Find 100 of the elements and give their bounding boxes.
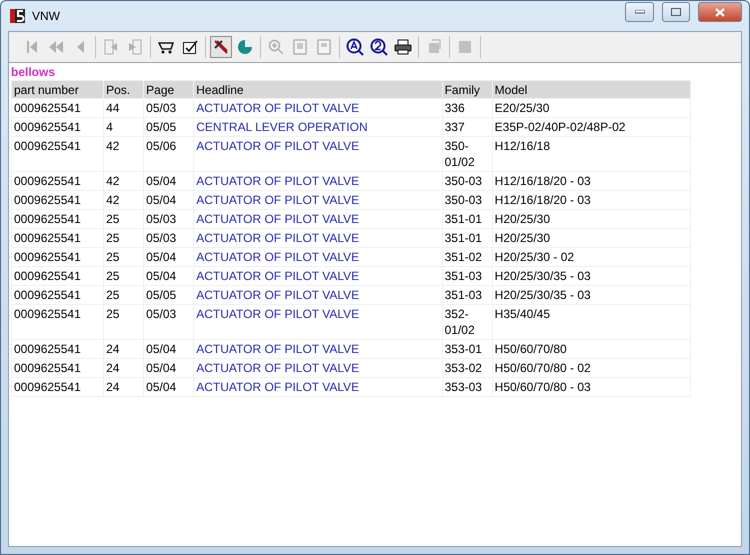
column-header[interactable]: Page bbox=[144, 81, 194, 98]
model-cell: H50/60/70/80 bbox=[492, 340, 690, 358]
part-number-cell: 0009625541 bbox=[12, 210, 104, 228]
position-cell: 24 bbox=[104, 340, 144, 358]
headline-link[interactable]: ACTUATOR OF PILOT VALVE bbox=[194, 378, 442, 396]
minimize-button[interactable] bbox=[625, 2, 654, 22]
position-cell: 44 bbox=[104, 99, 144, 117]
headline-link[interactable]: ACTUATOR OF PILOT VALVE bbox=[194, 305, 442, 339]
part-number-cell: 0009625541 bbox=[12, 378, 104, 396]
toolbar-button[interactable] bbox=[210, 36, 232, 58]
printer-icon bbox=[394, 39, 412, 55]
model-cell: H20/25/30 bbox=[492, 229, 690, 247]
family-cell: 351-03 bbox=[442, 267, 492, 285]
page-cell: 05/03 bbox=[144, 305, 194, 339]
headline-link[interactable]: ACTUATOR OF PILOT VALVE bbox=[194, 172, 442, 190]
headline-link[interactable]: ACTUATOR OF PILOT VALVE bbox=[194, 340, 442, 358]
minimize-icon bbox=[634, 10, 644, 14]
model-cell: H20/25/30/35 - 03 bbox=[492, 286, 690, 304]
part-number-cell: 0009625541 bbox=[12, 359, 104, 377]
page-icon bbox=[317, 39, 331, 55]
headline-link[interactable]: ACTUATOR OF PILOT VALVE bbox=[194, 210, 442, 228]
family-cell: 353-01 bbox=[442, 340, 492, 358]
family-cell: 350-03 bbox=[442, 172, 492, 190]
previous-icon bbox=[76, 40, 84, 54]
rewind-icon bbox=[48, 40, 64, 54]
headline-link[interactable]: ACTUATOR OF PILOT VALVE bbox=[194, 359, 442, 377]
page-cell: 05/03 bbox=[144, 99, 194, 117]
family-cell: 336 bbox=[442, 99, 492, 117]
model-cell: H20/25/30 - 02 bbox=[492, 248, 690, 266]
page-cell: 05/03 bbox=[144, 229, 194, 247]
position-cell: 25 bbox=[104, 210, 144, 228]
position-cell: 25 bbox=[104, 229, 144, 247]
cart-icon bbox=[158, 40, 174, 54]
position-cell: 24 bbox=[104, 378, 144, 396]
document-arrow-icon bbox=[127, 39, 143, 55]
position-cell: 25 bbox=[104, 267, 144, 285]
model-cell: H12/16/18/20 - 03 bbox=[492, 172, 690, 190]
stop-icon bbox=[458, 40, 472, 54]
search-icon bbox=[346, 38, 364, 56]
maximize-icon bbox=[671, 8, 681, 16]
column-header[interactable]: Model bbox=[492, 81, 690, 98]
page-cell: 05/05 bbox=[144, 286, 194, 304]
column-header[interactable]: part number bbox=[12, 81, 104, 98]
position-cell: 4 bbox=[104, 118, 144, 136]
part-number-cell: 0009625541 bbox=[12, 286, 104, 304]
close-button[interactable] bbox=[698, 2, 742, 22]
column-header[interactable]: Pos. bbox=[104, 81, 144, 98]
headline-link[interactable]: ACTUATOR OF PILOT VALVE bbox=[194, 137, 442, 171]
page-cell: 05/04 bbox=[144, 378, 194, 396]
search-icon bbox=[370, 38, 388, 56]
page-cell: 05/04 bbox=[144, 248, 194, 266]
position-cell: 25 bbox=[104, 305, 144, 339]
headline-link[interactable]: ACTUATOR OF PILOT VALVE bbox=[194, 99, 442, 117]
family-cell: 351-02 bbox=[442, 248, 492, 266]
position-cell: 25 bbox=[104, 286, 144, 304]
model-cell: E35P-02/40P-02/48P-02 bbox=[492, 118, 690, 136]
column-header[interactable]: Family bbox=[442, 81, 492, 98]
part-number-cell: 0009625541 bbox=[12, 229, 104, 247]
first-record-icon bbox=[26, 40, 38, 54]
toolbar-button[interactable] bbox=[368, 36, 390, 58]
window-title: VNW bbox=[32, 9, 61, 23]
family-cell: 337 bbox=[442, 118, 492, 136]
document-arrow-icon bbox=[103, 39, 119, 55]
position-cell: 42 bbox=[104, 172, 144, 190]
toolbar-button[interactable] bbox=[344, 36, 366, 58]
page-cell: 05/06 bbox=[144, 137, 194, 171]
part-number-cell: 0009625541 bbox=[12, 305, 104, 339]
maximize-button[interactable] bbox=[662, 2, 690, 22]
page-cell: 05/04 bbox=[144, 191, 194, 209]
family-cell: 351-01 bbox=[442, 229, 492, 247]
page-cell: 05/04 bbox=[144, 359, 194, 377]
position-cell: 25 bbox=[104, 248, 144, 266]
model-cell: H50/60/70/80 - 03 bbox=[492, 378, 690, 396]
page-cell: 05/03 bbox=[144, 210, 194, 228]
position-cell: 42 bbox=[104, 137, 144, 171]
app-logo-icon bbox=[10, 8, 26, 24]
zoom-icon bbox=[268, 39, 284, 55]
close-icon bbox=[715, 8, 725, 16]
part-number-cell: 0009625541 bbox=[12, 172, 104, 190]
part-number-cell: 0009625541 bbox=[12, 191, 104, 209]
family-cell: 353-02 bbox=[442, 359, 492, 377]
headline-link[interactable]: ACTUATOR OF PILOT VALVE bbox=[194, 248, 442, 266]
part-number-cell: 0009625541 bbox=[12, 137, 104, 171]
column-header[interactable]: Headline bbox=[194, 81, 442, 98]
search-term: bellows bbox=[11, 65, 56, 80]
part-number-cell: 0009625541 bbox=[12, 248, 104, 266]
part-number-cell: 0009625541 bbox=[12, 340, 104, 358]
headline-link[interactable]: ACTUATOR OF PILOT VALVE bbox=[194, 191, 442, 209]
headline-link[interactable]: ACTUATOR OF PILOT VALVE bbox=[194, 286, 442, 304]
page-cell: 05/04 bbox=[144, 172, 194, 190]
part-number-cell: 0009625541 bbox=[12, 118, 104, 136]
family-cell: 352-01/02 bbox=[442, 305, 492, 339]
headline-link[interactable]: ACTUATOR OF PILOT VALVE bbox=[194, 267, 442, 285]
position-cell: 42 bbox=[104, 191, 144, 209]
headline-link[interactable]: ACTUATOR OF PILOT VALVE bbox=[194, 229, 442, 247]
part-number-cell: 0009625541 bbox=[12, 99, 104, 117]
family-cell: 351-01 bbox=[442, 210, 492, 228]
headline-link[interactable]: CENTRAL LEVER OPERATION bbox=[194, 118, 442, 136]
model-cell: H35/40/45 bbox=[492, 305, 690, 339]
page-cell: 05/04 bbox=[144, 340, 194, 358]
